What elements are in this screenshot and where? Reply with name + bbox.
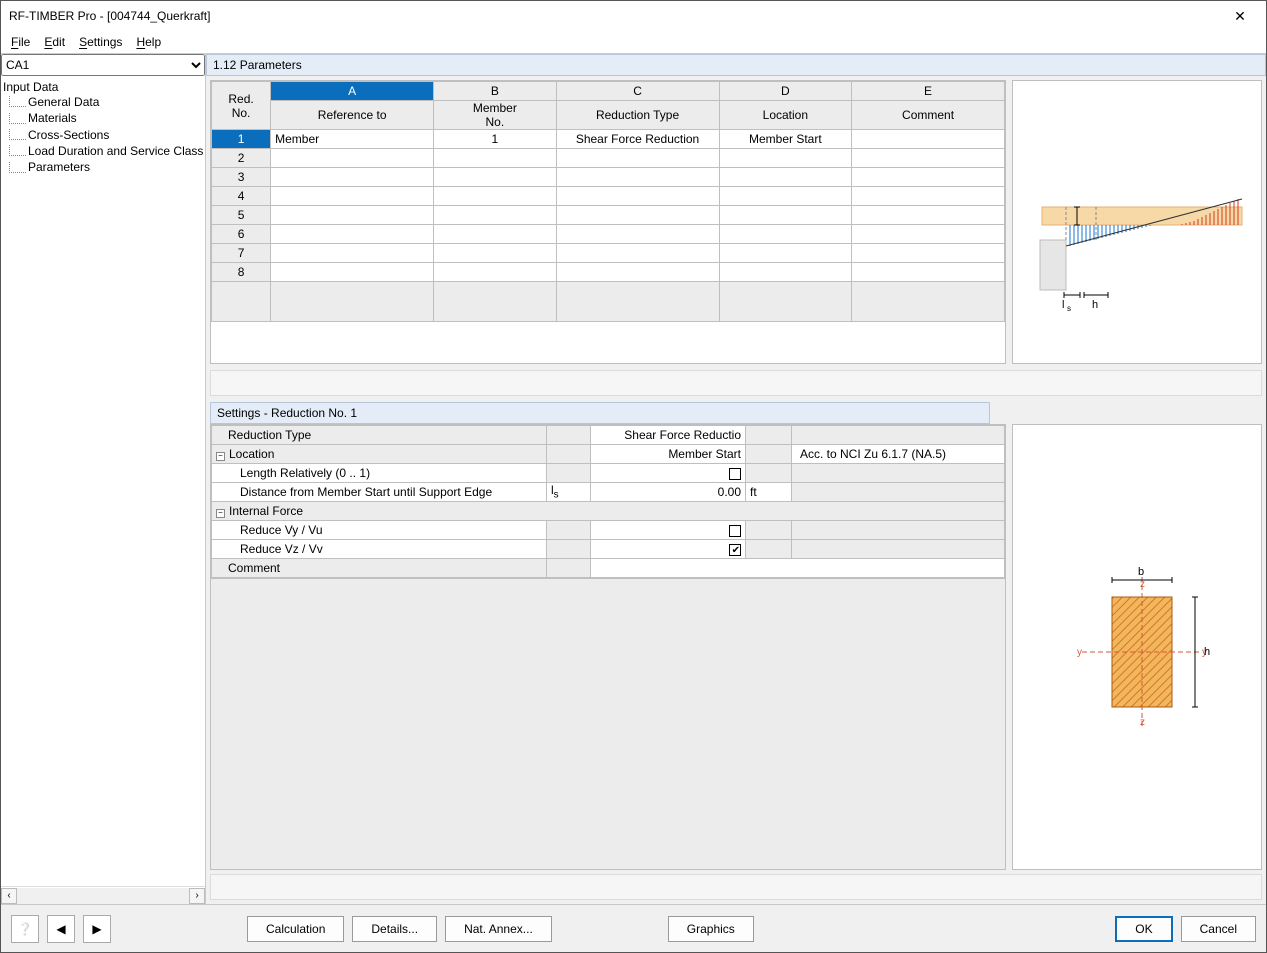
titlebar: RF-TIMBER Pro - [004744_Querkraft] ✕ [1, 1, 1266, 31]
main: 1.12 Parameters Red.No. A B C D E [206, 54, 1266, 904]
checkbox-reduce-vy[interactable] [591, 521, 746, 540]
next-icon: ▶ [92, 922, 101, 936]
section-diagram-svg: y y z z b h [1022, 527, 1252, 767]
cancel-button[interactable]: Cancel [1181, 916, 1256, 942]
tree-item-cross-sections[interactable]: Cross-Sections [3, 127, 203, 143]
table-filler [212, 282, 1005, 322]
col-red-no[interactable]: Red.No. [212, 82, 271, 130]
next-icon-button[interactable]: ▶ [83, 915, 111, 943]
section-title: 1.12 Parameters [206, 54, 1266, 76]
prev-icon: ◀ [56, 922, 65, 936]
status-row-1 [210, 370, 1262, 396]
prev-icon-button[interactable]: ◀ [47, 915, 75, 943]
svg-text:b: b [1138, 566, 1144, 578]
close-button[interactable]: ✕ [1220, 5, 1260, 27]
sidebar: CA1 Input Data General Data Materials Cr… [1, 54, 206, 904]
distance-value[interactable]: 0.00 [591, 483, 746, 502]
col-member-no[interactable]: MemberNo. [434, 101, 556, 130]
table-row[interactable]: 8 [212, 263, 1005, 282]
row-reduction-type[interactable]: Reduction Type [212, 426, 547, 445]
svg-text:h: h [1092, 299, 1098, 311]
svg-text:s: s [1067, 304, 1071, 312]
help-icon-button[interactable]: ❔ [11, 915, 39, 943]
tree-item-parameters[interactable]: Parameters [3, 159, 203, 175]
shear-diagram-svg: ls h [1022, 132, 1252, 312]
row-location[interactable]: −Location [212, 445, 547, 464]
help-icon: ❔ [18, 922, 33, 936]
tree-root[interactable]: Input Data [3, 80, 203, 94]
scroll-right-icon[interactable]: › [189, 888, 205, 904]
bottom-bar: ❔ ◀ ▶ Calculation Details... Nat. Annex.… [1, 904, 1266, 952]
calculation-button[interactable]: Calculation [247, 916, 344, 942]
case-dropdown[interactable]: CA1 [1, 54, 205, 76]
app-window: RF-TIMBER Pro - [004744_Querkraft] ✕ Fil… [0, 0, 1267, 953]
menubar: File Edit Settings Help [1, 31, 1266, 53]
case-selector[interactable]: CA1 [1, 54, 205, 76]
table-row[interactable]: 3 [212, 168, 1005, 187]
sidebar-scrollbar[interactable]: ‹ › [1, 886, 205, 904]
menu-file[interactable]: File [11, 35, 30, 49]
scroll-left-icon[interactable]: ‹ [1, 888, 17, 904]
col-D[interactable]: D [719, 82, 852, 101]
table-row[interactable]: 2 [212, 149, 1005, 168]
svg-text:h: h [1204, 646, 1210, 658]
col-C[interactable]: C [556, 82, 719, 101]
comment-value[interactable] [591, 559, 1005, 578]
row-comment[interactable]: Comment [212, 559, 547, 578]
status-row-2 [210, 874, 1262, 900]
col-location[interactable]: Location [719, 101, 852, 130]
col-reference[interactable]: Reference to [271, 101, 434, 130]
col-comment[interactable]: Comment [852, 101, 1005, 130]
diagram-shear: ls h [1012, 80, 1262, 364]
settings-table[interactable]: Reduction TypeShear Force Reductio −Loca… [210, 424, 1006, 870]
row-reduce-vz[interactable]: Reduce Vz / Vv [212, 540, 547, 559]
table-row[interactable]: 7 [212, 244, 1005, 263]
menu-help[interactable]: Help [136, 35, 161, 49]
menu-edit[interactable]: Edit [44, 35, 65, 49]
row-distance[interactable]: Distance from Member Start until Support… [212, 483, 547, 502]
col-B[interactable]: B [434, 82, 556, 101]
parameters-table[interactable]: Red.No. A B C D E Reference to MemberNo.… [210, 80, 1006, 364]
details-button[interactable]: Details... [352, 916, 437, 942]
nav-tree: Input Data General Data Materials Cross-… [1, 76, 205, 886]
settings-title: Settings - Reduction No. 1 [210, 402, 990, 424]
row-length-rel[interactable]: Length Relatively (0 .. 1) [212, 464, 547, 483]
scroll-track[interactable] [17, 888, 189, 904]
tree-item-general[interactable]: General Data [3, 94, 203, 110]
table-row[interactable]: 1Member1Shear Force ReductionMember Star… [212, 130, 1005, 149]
body: CA1 Input Data General Data Materials Cr… [1, 53, 1266, 904]
col-A[interactable]: A [271, 82, 434, 101]
checkbox-reduce-vz[interactable] [591, 540, 746, 559]
menu-settings[interactable]: Settings [79, 35, 122, 49]
ok-button[interactable]: OK [1115, 916, 1172, 942]
checkbox-length-rel[interactable] [591, 464, 746, 483]
svg-text:z: z [1140, 717, 1145, 728]
svg-text:z: z [1140, 579, 1145, 590]
table-row[interactable]: 6 [212, 225, 1005, 244]
tree-item-materials[interactable]: Materials [3, 110, 203, 126]
row-reduce-vy[interactable]: Reduce Vy / Vu [212, 521, 547, 540]
window-title: RF-TIMBER Pro - [004744_Querkraft] [9, 9, 210, 23]
svg-text:l: l [1062, 299, 1064, 311]
col-reduction-type[interactable]: Reduction Type [556, 101, 719, 130]
nat-annex-button[interactable]: Nat. Annex... [445, 916, 552, 942]
table-row[interactable]: 4 [212, 187, 1005, 206]
diagram-section: y y z z b h [1012, 424, 1262, 870]
graphics-button[interactable]: Graphics [668, 916, 754, 942]
row-internal-force[interactable]: −Internal Force [212, 502, 1005, 521]
tree-item-load-duration[interactable]: Load Duration and Service Class [3, 143, 203, 159]
settings-filler [211, 578, 1005, 869]
col-E[interactable]: E [852, 82, 1005, 101]
table-row[interactable]: 5 [212, 206, 1005, 225]
distance-symbol: ls [547, 483, 591, 502]
svg-text:y: y [1077, 647, 1082, 658]
